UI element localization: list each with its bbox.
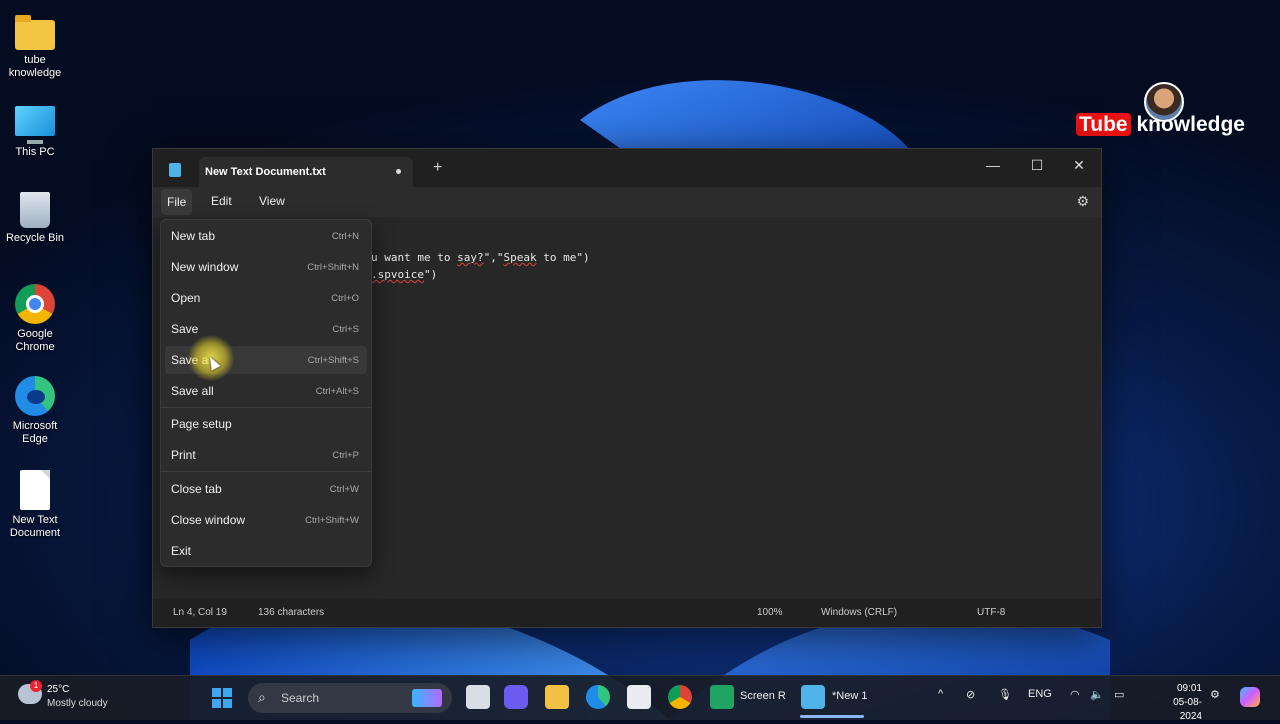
close-button[interactable]: ✕ <box>1057 153 1101 177</box>
chrome-icon <box>15 284 55 324</box>
computer-icon <box>15 106 55 144</box>
desktop-icon-this-pc[interactable]: This PC <box>4 100 66 159</box>
menu-item-save[interactable]: Save Ctrl+S <box>161 315 371 343</box>
menu-file[interactable]: File <box>161 189 193 215</box>
edge-taskbar-icon[interactable] <box>586 685 610 709</box>
taskbar-app-notepad[interactable]: *New 1 <box>832 690 867 702</box>
wifi-icon[interactable]: ◠ <box>1070 688 1080 701</box>
file-menu-dropdown: New tab Ctrl+N New window Ctrl+Shift+N O… <box>160 219 372 567</box>
clock-time: 09:01 <box>1176 683 1202 694</box>
menu-divider <box>161 407 371 408</box>
zoom-level[interactable]: 100% <box>757 607 783 618</box>
search-highlight-icon <box>412 689 442 707</box>
menu-view[interactable]: View <box>253 187 291 215</box>
menu-item-page-setup[interactable]: Page setup <box>161 410 371 438</box>
tab-title: New Text Document.txt <box>205 166 326 178</box>
title-bar: New Text Document.txt + — ☐ ✕ <box>153 149 1101 187</box>
menu-item-new-tab[interactable]: New tab Ctrl+N <box>161 222 371 250</box>
menu-bar: File Edit View ⚙ <box>153 187 1101 217</box>
active-app-indicator <box>800 715 864 718</box>
weather-temperature: 25°C <box>47 684 70 695</box>
menu-edit[interactable]: Edit <box>205 187 238 215</box>
menu-item-print[interactable]: Print Ctrl+P <box>161 441 371 469</box>
search-icon: ⌕ <box>258 689 266 705</box>
menu-item-close-tab[interactable]: Close tab Ctrl+W <box>161 475 371 503</box>
microphone-icon[interactable]: 🎙 <box>998 688 1012 701</box>
line-ending[interactable]: Windows (CRLF) <box>821 607 897 618</box>
taskbar-app-screen-recorder[interactable]: Screen R <box>740 690 786 702</box>
status-bar: Ln 4, Col 19 136 characters 100% Windows… <box>153 599 1101 627</box>
copilot-icon[interactable] <box>1240 687 1260 707</box>
tab-new-text-document[interactable]: New Text Document.txt <box>199 157 413 187</box>
menu-item-save-as[interactable]: Save a Ctrl+Shift+S <box>165 346 367 374</box>
menu-item-new-window[interactable]: New window Ctrl+Shift+N <box>161 253 371 281</box>
task-view-icon[interactable] <box>466 685 490 709</box>
maximize-button[interactable]: ☐ <box>1015 153 1059 177</box>
folder-icon <box>15 15 55 50</box>
notification-badge: 1 <box>30 680 42 692</box>
code-line-2: .spvoice") <box>371 268 438 281</box>
recycle-bin-icon <box>20 192 50 228</box>
menu-item-close-window[interactable]: Close window Ctrl+Shift+W <box>161 506 371 534</box>
teams-icon[interactable] <box>504 685 528 709</box>
store-icon[interactable] <box>627 685 651 709</box>
windows-logo-icon <box>212 688 221 697</box>
settings-gear-icon[interactable]: ⚙ <box>1076 193 1089 210</box>
code-line-1: u want me to say?","Speak to me") <box>371 251 590 264</box>
text-document-icon <box>20 470 50 510</box>
volume-icon[interactable]: 🔈 <box>1090 688 1104 701</box>
screen-recorder-icon[interactable] <box>710 685 734 709</box>
chrome-taskbar-icon[interactable] <box>668 685 692 709</box>
notifications-icon[interactable]: ⚙ <box>1210 688 1220 701</box>
tray-chevron-icon[interactable]: ^ <box>938 688 943 700</box>
desktop-icon-tube-knowledge[interactable]: tube knowledge <box>4 10 66 80</box>
menu-divider <box>161 471 371 472</box>
notepad-icon[interactable] <box>801 685 825 709</box>
desktop-icon-recycle-bin[interactable]: Recycle Bin <box>4 192 66 245</box>
network-off-icon[interactable]: ⊘ <box>966 688 975 701</box>
watermark-brand-red: Tube <box>1076 113 1131 136</box>
battery-icon[interactable]: ▭ <box>1114 688 1124 701</box>
cursor-position: Ln 4, Col 19 <box>173 607 227 618</box>
file-explorer-icon[interactable] <box>545 685 569 709</box>
notepad-app-icon <box>169 163 181 177</box>
desktop-icon-google-chrome[interactable]: Google Chrome <box>4 284 66 354</box>
taskbar-search[interactable]: ⌕ Search <box>248 683 452 713</box>
edge-icon <box>15 376 55 416</box>
new-tab-button[interactable]: + <box>433 159 442 177</box>
desktop-icon-microsoft-edge[interactable]: Microsoft Edge <box>4 376 66 446</box>
character-count: 136 characters <box>258 607 325 618</box>
system-clock[interactable]: 09:01 05-08-2024 <box>1162 682 1202 724</box>
taskbar: 1 25°C Mostly cloudy ⌕ Search Screen R *… <box>0 675 1280 722</box>
weather-condition: Mostly cloudy <box>47 698 108 709</box>
search-placeholder: Search <box>281 691 320 705</box>
menu-item-exit[interactable]: Exit <box>161 537 371 565</box>
watermark-brand-white: knowledge <box>1136 113 1245 136</box>
desktop-icon-new-text-document[interactable]: New Text Document <box>4 470 66 540</box>
minimize-button[interactable]: — <box>971 153 1015 177</box>
menu-item-open[interactable]: Open Ctrl+O <box>161 284 371 312</box>
start-button[interactable] <box>212 688 232 708</box>
unsaved-dot-icon[interactable] <box>396 169 401 174</box>
menu-item-save-all[interactable]: Save all Ctrl+Alt+S <box>161 377 371 405</box>
language-indicator[interactable]: ENG <box>1028 688 1052 700</box>
encoding[interactable]: UTF-8 <box>977 607 1005 618</box>
